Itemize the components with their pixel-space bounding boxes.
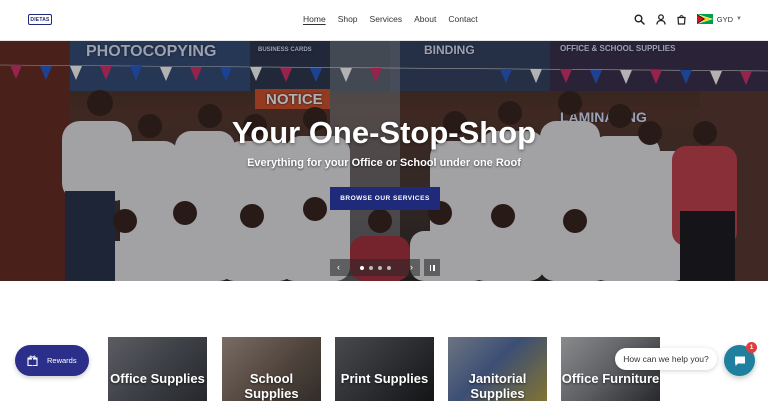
rewards-button[interactable]: Rewards xyxy=(15,345,89,376)
tile-label: Office Supplies xyxy=(110,371,205,386)
logo-text: DIETAS xyxy=(30,16,50,23)
guyana-flag-icon xyxy=(696,14,713,24)
hero-banner: PHOTOCOPYING BUSINESS CARDS BINDING OFFI… xyxy=(0,41,768,281)
tile-label: School Supplies xyxy=(244,371,299,401)
nav-about[interactable]: About xyxy=(414,14,436,24)
tile-office-supplies[interactable]: Office Supplies xyxy=(108,337,207,401)
tile-shade xyxy=(335,337,434,401)
pause-icon[interactable] xyxy=(424,259,440,276)
chevron-left-icon[interactable]: ‹ xyxy=(337,263,340,272)
notification-badge: 1 xyxy=(746,342,757,353)
tile-label: Print Supplies xyxy=(340,371,429,386)
store-logo[interactable]: DIETAS xyxy=(28,14,52,25)
nav-services[interactable]: Services xyxy=(370,14,403,24)
browse-services-button[interactable]: BROWSE OUR SERVICES xyxy=(330,187,440,210)
tile-janitorial-supplies[interactable]: Janitorial Supplies xyxy=(448,337,547,401)
tile-label: Office Furniture xyxy=(561,371,660,386)
nav-contact[interactable]: Contact xyxy=(448,14,477,24)
chevron-down-icon: ▼ xyxy=(736,16,742,22)
slide-dot-3[interactable] xyxy=(377,265,382,270)
gift-icon xyxy=(27,355,38,366)
cart-icon[interactable] xyxy=(674,11,690,27)
chat-prompt-bubble[interactable]: How can we help you? xyxy=(615,348,717,370)
slide-dot-1[interactable] xyxy=(359,265,364,270)
chevron-right-icon[interactable]: › xyxy=(410,263,413,272)
tile-school-supplies[interactable]: School Supplies xyxy=(222,337,321,401)
rewards-label: Rewards xyxy=(47,356,77,365)
tile-shade xyxy=(108,337,207,401)
tile-print-supplies[interactable]: Print Supplies xyxy=(335,337,434,401)
tile-label: Janitorial Supplies xyxy=(468,371,527,401)
page: DIETAS Home Shop Services About Contact xyxy=(0,0,768,401)
slide-dot-2[interactable] xyxy=(368,265,373,270)
slideshow-controls: ‹ › xyxy=(330,259,420,276)
hero-subtitle: Everything for your Office or School und… xyxy=(247,157,521,169)
currency-selector[interactable]: GYD ▼ xyxy=(696,14,742,24)
slide-dot-4[interactable] xyxy=(386,265,391,270)
header-actions: GYD ▼ xyxy=(627,11,742,27)
search-icon[interactable] xyxy=(632,11,648,27)
nav-shop[interactable]: Shop xyxy=(338,14,358,24)
slide-dots xyxy=(359,265,391,270)
main-nav: Home Shop Services About Contact xyxy=(303,14,490,24)
account-icon[interactable] xyxy=(653,11,669,27)
hero-title: Your One-Stop-Shop xyxy=(231,115,537,150)
currency-code: GYD xyxy=(716,14,734,24)
site-header: DIETAS Home Shop Services About Contact xyxy=(0,0,768,41)
nav-home[interactable]: Home xyxy=(303,14,326,24)
chat-icon xyxy=(734,356,745,366)
